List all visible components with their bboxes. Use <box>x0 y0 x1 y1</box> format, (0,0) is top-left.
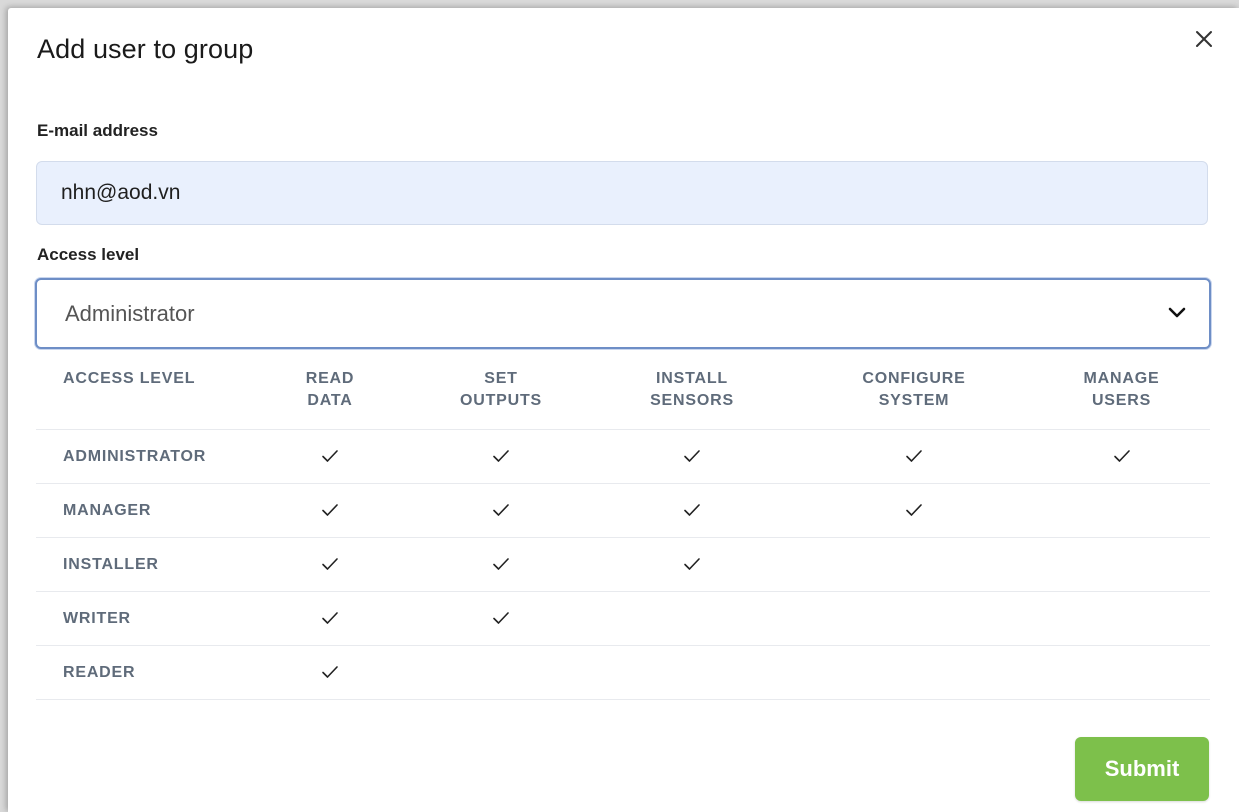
checkmark-icon <box>684 450 700 463</box>
permission-cell <box>589 645 795 700</box>
column-header-line: INSTALL <box>656 370 728 387</box>
access-level-name: MANAGER <box>36 483 247 538</box>
permission-cell <box>589 537 795 592</box>
email-label: E-mail address <box>37 121 158 140</box>
permission-cell <box>413 591 589 646</box>
checkmark-icon <box>493 558 509 571</box>
checkmark-icon <box>906 504 922 517</box>
checkmark-icon <box>493 612 509 625</box>
permission-cell <box>247 483 413 538</box>
email-field[interactable] <box>36 161 1208 225</box>
access-level-label: Access level <box>37 245 140 264</box>
column-header-line: USERS <box>1091 392 1152 409</box>
permission-cell <box>589 429 795 484</box>
table-row: INSTALLER <box>36 537 1210 592</box>
access-level-table: ACCESS LEVEL READ DATA SET OUTPUTS INSTALL SEN… <box>36 364 1210 700</box>
table-row: WRITER <box>36 591 1210 646</box>
column-header: ACCESS LEVEL <box>36 364 247 430</box>
column-header: MANAGE USERS <box>1033 364 1210 430</box>
column-header: CONFIGURE SYSTEM <box>795 364 1033 430</box>
table-row: MANAGER <box>36 483 1210 538</box>
column-header-line: MANAGE <box>1083 370 1160 387</box>
permission-cell <box>1033 537 1210 592</box>
permission-cell <box>247 429 413 484</box>
access-level-name: READER <box>36 645 247 700</box>
permission-cell <box>795 483 1033 538</box>
chevron-down-icon <box>1168 307 1186 318</box>
checkmark-icon <box>322 504 338 517</box>
column-header-line: READ <box>305 370 355 387</box>
column-header-line: SENSORS <box>650 392 734 409</box>
add-user-dialog: Add user to group E-mail address Access … <box>8 8 1239 812</box>
permission-cell <box>247 645 413 700</box>
permission-cell <box>589 591 795 646</box>
permission-cell <box>413 537 589 592</box>
permission-cell <box>795 591 1033 646</box>
access-level-select[interactable]: Administrator <box>35 278 1211 349</box>
permission-cell <box>589 483 795 538</box>
checkmark-icon <box>322 450 338 463</box>
permission-cell <box>795 537 1033 592</box>
access-level-name: WRITER <box>36 591 247 646</box>
table-row: READER <box>36 645 1210 700</box>
checkmark-icon <box>322 558 338 571</box>
checkmark-icon <box>322 612 338 625</box>
permission-cell <box>1033 591 1210 646</box>
permission-cell <box>1033 483 1210 538</box>
column-header-line: OUTPUTS <box>459 392 543 409</box>
column-header: READ DATA <box>247 364 413 430</box>
checkmark-icon <box>684 504 700 517</box>
submit-button[interactable]: Submit <box>1075 737 1209 801</box>
column-header: INSTALL SENSORS <box>589 364 795 430</box>
permission-cell <box>247 537 413 592</box>
permission-cell <box>413 483 589 538</box>
permission-cell <box>795 645 1033 700</box>
permission-cell <box>795 429 1033 484</box>
table-row: ADMINISTRATOR <box>36 429 1210 484</box>
checkmark-icon <box>1113 450 1130 463</box>
access-level-name: INSTALLER <box>36 537 247 592</box>
access-level-selected-value: Administrator <box>65 301 195 326</box>
column-header-line: CONFIGURE <box>862 370 966 387</box>
close-icon[interactable] <box>1191 26 1217 52</box>
permission-cell <box>1033 645 1210 700</box>
column-header-line: ACCESS LEVEL <box>63 370 196 387</box>
checkmark-icon <box>322 666 338 679</box>
checkmark-icon <box>684 558 700 571</box>
table-header-row: ACCESS LEVEL READ DATA SET OUTPUTS INSTALL SEN… <box>36 364 1210 430</box>
checkmark-icon <box>493 450 509 463</box>
permission-cell <box>247 591 413 646</box>
access-level-name: ADMINISTRATOR <box>36 429 247 484</box>
permission-cell <box>413 645 589 700</box>
permission-cell <box>1033 429 1210 484</box>
checkmark-icon <box>906 450 922 463</box>
dialog-title: Add user to group <box>37 34 254 64</box>
column-header: SET OUTPUTS <box>413 364 589 430</box>
permission-cell <box>413 429 589 484</box>
column-header-line: SET <box>484 370 518 387</box>
column-header-line: DATA <box>307 392 353 409</box>
checkmark-icon <box>493 504 509 517</box>
column-header-line: SYSTEM <box>878 392 950 409</box>
